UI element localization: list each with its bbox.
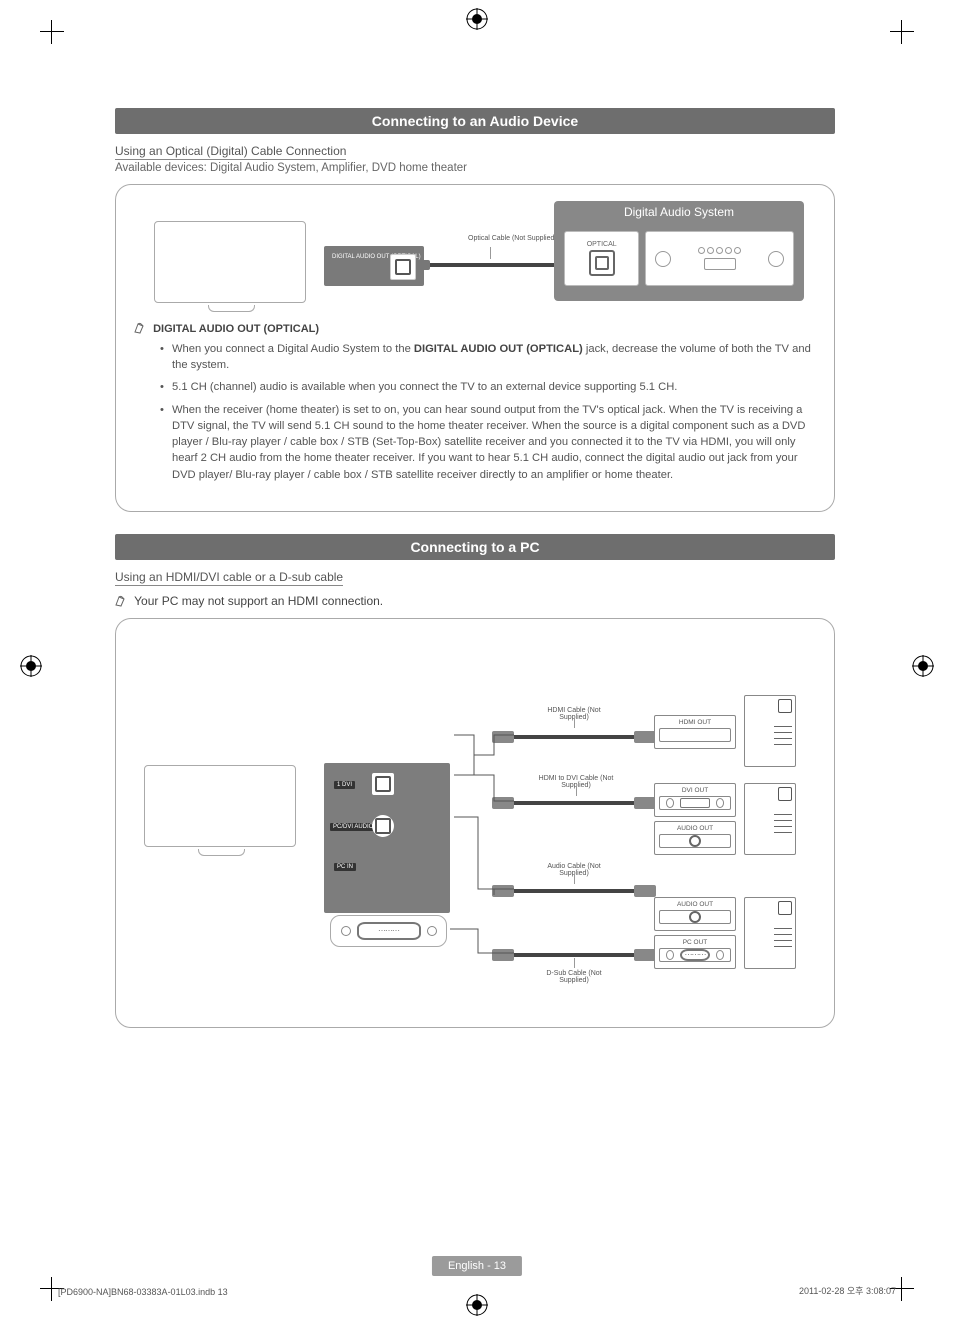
device-port-label: OPTICAL — [587, 241, 617, 248]
note-icon — [115, 594, 128, 607]
digital-audio-system: Digital Audio System OPTICAL — [554, 201, 804, 301]
note-icon — [134, 321, 147, 334]
pc-hdmi-out: HDMI OUT — [654, 715, 736, 749]
pc-pc-out: PC OUT — [654, 935, 736, 969]
subsection-heading: Using an HDMI/DVI cable or a D-sub cable — [115, 570, 343, 586]
port-label-pcin: PC IN — [334, 863, 356, 871]
tv-port-panel: 1 DVI PC/DVI AUDIO IN PC IN — [324, 763, 450, 913]
optical-jack-icon — [390, 254, 416, 280]
crop-mark — [890, 20, 914, 44]
page-number: English - 13 — [432, 1256, 522, 1276]
audio-cable-icon — [514, 889, 634, 893]
available-devices: Available devices: Digital Audio System,… — [115, 162, 835, 174]
tv-icon — [144, 765, 304, 860]
pc-audio-out: AUDIO OUT — [654, 821, 736, 855]
subsection-heading: Using an Optical (Digital) Cable Connect… — [115, 144, 346, 160]
pc-diagram: 1 DVI PC/DVI AUDIO IN PC IN HDMI Cable (… — [134, 635, 816, 1005]
hdmi-cable-icon — [514, 735, 634, 739]
audio-panel: DIGITAL AUDIO OUT (OPTICAL) Optical Cabl… — [115, 184, 835, 512]
pc-tower-icon — [744, 695, 796, 767]
registration-mark-icon — [466, 8, 488, 30]
port-label-dvi: 1 DVI — [334, 781, 355, 789]
cable-label: D-Sub Cable (Not Supplied) — [534, 970, 614, 984]
tv-optical-port: DIGITAL AUDIO OUT (OPTICAL) — [324, 246, 424, 286]
registration-mark-icon — [912, 655, 934, 677]
page-sheet: Connecting to an Audio Device Using an O… — [0, 0, 954, 1321]
pc-audio-out: AUDIO OUT — [654, 897, 736, 931]
cable-label: HDMI to DVI Cable (Not Supplied) — [528, 775, 624, 789]
bullet-list: When you connect a Digital Audio System … — [162, 341, 816, 483]
hdmi-dvi-cable-icon — [514, 801, 634, 805]
bullet-item: When you connect a Digital Audio System … — [162, 341, 816, 373]
cable-label: Audio Cable (Not Supplied) — [534, 863, 614, 877]
pc-tower-icon — [744, 783, 796, 855]
vga-port-icon — [330, 915, 447, 947]
pc-tower-icon — [744, 897, 796, 969]
audio-port-icon — [372, 815, 394, 837]
section-heading-audio: Connecting to an Audio Device — [115, 108, 835, 134]
dvi-port-icon — [372, 773, 394, 795]
optical-cable-icon — [430, 263, 570, 267]
registration-mark-icon — [20, 655, 42, 677]
device-optical-port: OPTICAL — [564, 231, 639, 286]
pc-note-text: Your PC may not support an HDMI connecti… — [134, 594, 383, 608]
bullet-item: When the receiver (home theater) is set … — [162, 402, 816, 483]
cable-label: HDMI Cable (Not Supplied) — [534, 707, 614, 721]
note-heading: DIGITAL AUDIO OUT (OPTICAL) — [134, 321, 816, 335]
page-content: Connecting to an Audio Device Using an O… — [115, 108, 835, 1028]
crop-mark — [40, 20, 64, 44]
section-heading-pc: Connecting to a PC — [115, 534, 835, 560]
note-heading-text: DIGITAL AUDIO OUT (OPTICAL) — [153, 323, 319, 335]
dsub-cable-icon — [514, 953, 634, 957]
footer-timestamp: 2011-02-28 오후 3:08:07 — [799, 1284, 896, 1297]
pc-dvi-out: DVI OUT — [654, 783, 736, 817]
cable-label: Optical Cable (Not Supplied) — [468, 235, 557, 242]
footer-file-info: [PD6900-NA]BN68-03383A-01L03.indb 13 — [58, 1287, 228, 1297]
registration-mark-icon — [466, 1294, 488, 1316]
bullet-item: 5.1 CH (channel) audio is available when… — [162, 379, 816, 395]
pc-panel: 1 DVI PC/DVI AUDIO IN PC IN HDMI Cable (… — [115, 618, 835, 1028]
audio-diagram: DIGITAL AUDIO OUT (OPTICAL) Optical Cabl… — [134, 201, 816, 311]
device-front-panel-icon — [645, 231, 794, 286]
device-title: Digital Audio System — [554, 201, 804, 225]
pc-note: Your PC may not support an HDMI connecti… — [115, 594, 835, 608]
tv-icon — [154, 221, 314, 311]
